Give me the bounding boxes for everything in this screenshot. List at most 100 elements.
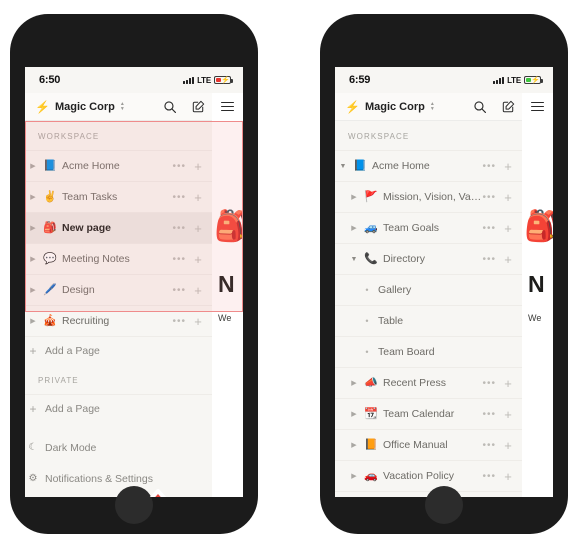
triangular-flag-icon: 🚩 — [364, 190, 378, 203]
status-bar: 6:50 LTE ⚡ — [25, 67, 243, 93]
add-subpage-icon[interactable]: + — [503, 222, 513, 235]
add-subpage-icon[interactable]: + — [503, 470, 513, 483]
bullet-icon: • — [365, 347, 369, 357]
more-options-icon[interactable]: ••• — [482, 378, 496, 389]
chevron-right-icon[interactable]: ▶ — [25, 194, 41, 201]
blue-book-icon: 📘 — [43, 159, 57, 172]
add-subpage-icon[interactable]: + — [193, 253, 203, 266]
sidebar-item-label: Design — [62, 284, 95, 296]
chevron-right-icon[interactable]: ▶ — [346, 194, 362, 201]
sidebar-item-label: Team Board — [378, 346, 435, 358]
dark-mode-toggle[interactable]: ☾ Dark Mode — [25, 432, 212, 463]
hamburger-menu-icon[interactable] — [522, 92, 553, 121]
sidebar-item-table[interactable]: • Table — [335, 305, 522, 336]
chevron-right-icon[interactable]: ▶ — [346, 225, 362, 232]
sidebar-item-vacation-policy[interactable]: ▶ 🚗 Vacation Policy ••• + — [335, 460, 522, 491]
more-options-icon[interactable]: ••• — [482, 471, 496, 482]
page-body-text: We — [528, 313, 542, 323]
more-options-icon[interactable]: ••• — [172, 161, 186, 172]
add-subpage-icon[interactable]: + — [193, 284, 203, 297]
signal-bars-icon — [493, 76, 505, 84]
sidebar-item-acme-home[interactable]: ▼ 📘 Acme Home ••• + — [335, 150, 522, 181]
more-options-icon[interactable]: ••• — [172, 285, 186, 296]
chevron-right-icon[interactable]: ▶ — [25, 318, 41, 325]
chevron-updown-icon: ▲ ▼ — [119, 101, 125, 112]
sidebar-item-label: Meeting Notes — [62, 253, 130, 265]
more-options-icon[interactable]: ••• — [482, 440, 496, 451]
sidebar-item-team-goals[interactable]: ▶ 🚙 Team Goals ••• + — [335, 212, 522, 243]
add-subpage-icon[interactable]: + — [193, 191, 203, 204]
notifications-settings-item[interactable]: ⚙ Notifications & Settings — [25, 463, 212, 494]
more-options-icon[interactable]: ••• — [172, 316, 186, 327]
add-page-workspace-button[interactable]: + Add a Page — [25, 336, 212, 365]
add-subpage-icon[interactable]: + — [193, 315, 203, 328]
hamburger-menu-icon[interactable] — [212, 92, 243, 121]
sidebar-item-label: Table — [378, 315, 404, 327]
sidebar-item-team-board[interactable]: • Team Board — [335, 336, 522, 367]
sidebar-item-new-page[interactable]: ▶ 🎒 New page ••• + — [25, 212, 212, 243]
compose-icon[interactable] — [494, 93, 522, 121]
sidebar-item-meeting-notes[interactable]: ▶ 💬 Meeting Notes ••• + — [25, 243, 212, 274]
workspace-switcher[interactable]: ⚡ Magic Corp ▲ ▼ — [35, 101, 156, 113]
add-subpage-icon[interactable]: + — [503, 160, 513, 173]
sidebar-item-acme-home[interactable]: ▶ 📘 Acme Home ••• + — [25, 150, 212, 181]
add-page-private-button[interactable]: + Add a Page — [25, 394, 212, 423]
more-options-icon[interactable]: ••• — [172, 254, 186, 265]
chevron-right-icon[interactable]: ▶ — [25, 225, 41, 232]
chevron-right-icon[interactable]: ▶ — [346, 411, 362, 418]
sidebar-item-mission-vision-values[interactable]: ▶ 🚩 Mission, Vision, Valu… ••• + — [335, 181, 522, 212]
add-subpage-icon[interactable]: + — [193, 160, 203, 173]
more-options-icon[interactable]: ••• — [482, 192, 496, 203]
header-actions — [156, 92, 243, 121]
search-icon[interactable] — [466, 93, 494, 121]
chevron-right-icon[interactable]: ▶ — [25, 287, 41, 294]
more-options-icon[interactable]: ••• — [172, 192, 186, 203]
sidebar-item-directory[interactable]: ▼ 📞 Directory ••• + — [335, 243, 522, 274]
moon-icon: ☾ — [28, 441, 38, 453]
workspace-name: Magic Corp — [54, 100, 115, 113]
add-subpage-icon[interactable]: + — [193, 222, 203, 235]
search-icon[interactable] — [156, 93, 184, 121]
more-options-icon[interactable]: ••• — [172, 223, 186, 234]
chevron-right-icon[interactable]: ▶ — [346, 442, 362, 449]
sidebar-item-team-tasks[interactable]: ▶ ✌️ Team Tasks ••• + — [25, 181, 212, 212]
sidebar-item-gallery[interactable]: • Gallery — [335, 274, 522, 305]
add-page-label: Add a Page — [45, 403, 100, 415]
chevron-down-icon[interactable]: ▼ — [335, 163, 351, 170]
notifications-settings-label: Notifications & Settings — [45, 472, 153, 485]
sidebar-item-recruiting[interactable]: ▶ 🎪 Recruiting ••• + — [25, 305, 212, 336]
chevron-right-icon[interactable]: ▶ — [25, 256, 41, 263]
compose-icon[interactable] — [184, 93, 212, 121]
add-subpage-icon[interactable]: + — [503, 191, 513, 204]
page-preview-panel[interactable]: 🎒 N We — [212, 121, 243, 497]
pen-icon: 🖊️ — [43, 283, 57, 296]
chevron-right-icon[interactable]: ▶ — [25, 163, 41, 170]
more-options-icon[interactable]: ••• — [482, 254, 496, 265]
sidebar-item-label: Directory — [383, 253, 426, 265]
chevron-right-icon[interactable]: ▶ — [346, 380, 362, 387]
sidebar-item-label: Team Calendar — [383, 408, 455, 420]
sidebar-item-design[interactable]: ▶ 🖊️ Design ••• + — [25, 274, 212, 305]
sidebar-item-recent-press[interactable]: ▶ 📣 Recent Press ••• + — [335, 367, 522, 398]
section-label-private: PRIVATE — [38, 376, 79, 385]
add-subpage-icon[interactable]: + — [503, 253, 513, 266]
header-actions — [466, 92, 553, 121]
home-button[interactable] — [425, 486, 463, 524]
battery-icon: ⚡ — [214, 75, 233, 85]
sidebar-item-team-calendar[interactable]: ▶ 📆 Team Calendar ••• + — [335, 398, 522, 429]
megaphone-icon: 📣 — [364, 376, 378, 389]
add-subpage-icon[interactable]: + — [503, 408, 513, 421]
backpack-icon: 🎒 — [214, 210, 243, 243]
chevron-right-icon[interactable]: ▶ — [346, 473, 362, 480]
workspace-switcher[interactable]: ⚡ Magic Corp ▲ ▼ — [345, 101, 466, 113]
red-car-icon: 🚗 — [364, 469, 378, 482]
add-subpage-icon[interactable]: + — [503, 377, 513, 390]
add-subpage-icon[interactable]: + — [503, 439, 513, 452]
chevron-down-icon[interactable]: ▼ — [346, 256, 362, 263]
more-options-icon[interactable]: ••• — [482, 161, 496, 172]
sidebar-item-office-manual[interactable]: ▶ 📙 Office Manual ••• + — [335, 429, 522, 460]
sidebar-container: WORKSPACE ▼ 📘 Acme Home ••• + ▶ 🚩 Missio… — [335, 121, 553, 497]
more-options-icon[interactable]: ••• — [482, 223, 496, 234]
more-options-icon[interactable]: ••• — [482, 409, 496, 420]
page-preview-panel[interactable]: 🎒 N We — [522, 121, 553, 497]
